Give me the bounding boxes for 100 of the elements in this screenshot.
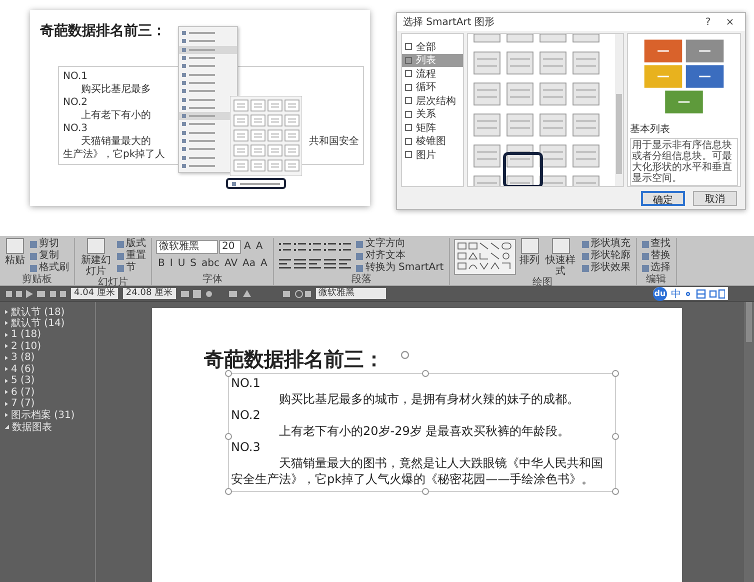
ribbon-button[interactable]: 排列 bbox=[518, 238, 541, 266]
font-button[interactable]: A bbox=[258, 258, 270, 269]
section-item[interactable]: 2 (10) bbox=[0, 340, 95, 352]
font-button[interactable]: S bbox=[188, 258, 199, 269]
section-item[interactable]: 5 (3) bbox=[0, 375, 95, 386]
ribbon-button[interactable]: 重置 bbox=[116, 250, 147, 262]
section-item[interactable]: 7 (7) bbox=[0, 398, 95, 410]
section-item[interactable]: 4 (6) bbox=[0, 364, 95, 375]
ime-mode-button[interactable]: 中 bbox=[671, 286, 681, 300]
align-icon bbox=[309, 258, 322, 268]
collapsed-triangle-icon[interactable] bbox=[5, 367, 8, 372]
font-button[interactable]: U bbox=[176, 258, 188, 269]
collapsed-triangle-icon[interactable] bbox=[5, 413, 8, 418]
resize-handle[interactable] bbox=[422, 370, 429, 377]
collapsed-triangle-icon[interactable] bbox=[5, 321, 8, 326]
ribbon-button[interactable]: 文字方向 bbox=[355, 238, 445, 250]
collapsed-triangle-icon[interactable] bbox=[5, 378, 8, 383]
section-item[interactable]: 1 (18) bbox=[0, 329, 95, 340]
font-size-field[interactable]: 20 bbox=[219, 240, 241, 254]
collapsed-triangle-icon[interactable] bbox=[5, 344, 8, 348]
section-item[interactable]: 3 (8) bbox=[0, 352, 95, 364]
section-label: 2 (10) bbox=[11, 340, 42, 352]
collapsed-triangle-icon[interactable] bbox=[5, 310, 8, 314]
section-item[interactable]: 默认节 (14) bbox=[0, 318, 95, 329]
section-label: 默认节 (14) bbox=[11, 316, 65, 330]
ribbon-button[interactable]: 选择 bbox=[640, 262, 672, 274]
category-item[interactable]: 层次结构 bbox=[402, 94, 463, 108]
font-button[interactable]: A bbox=[254, 241, 265, 252]
resize-handle[interactable] bbox=[612, 370, 619, 377]
resize-handle[interactable] bbox=[612, 432, 619, 440]
resize-handle[interactable] bbox=[225, 370, 232, 377]
font-button[interactable]: A bbox=[242, 241, 253, 252]
font-button[interactable]: AV bbox=[222, 258, 240, 269]
ribbon-button[interactable]: 转换为 SmartArt bbox=[355, 262, 445, 274]
section-label: 3 (8) bbox=[11, 352, 35, 364]
ribbon-button[interactable]: 对齐文本 bbox=[355, 250, 445, 262]
font-name-field[interactable]: 微软雅黑 bbox=[156, 240, 218, 254]
list-icon bbox=[294, 242, 306, 252]
shapes-gallery-drawing bbox=[454, 239, 516, 275]
section-label: 1 (18) bbox=[11, 329, 42, 340]
category-item[interactable]: 图片 bbox=[402, 148, 463, 162]
ribbon-button[interactable]: 剪切 bbox=[29, 238, 70, 250]
section-item[interactable]: 默认节 (18) bbox=[0, 306, 95, 318]
font-button[interactable]: Aa bbox=[240, 258, 258, 269]
help-button[interactable]: ? bbox=[697, 16, 719, 28]
category-item[interactable]: 循环 bbox=[402, 80, 463, 94]
text-line: NO.2 bbox=[63, 96, 88, 109]
font-button[interactable]: abc bbox=[200, 258, 222, 269]
ribbon-button[interactable]: 形状效果 bbox=[580, 262, 632, 274]
ribbon-button[interactable]: 版式 bbox=[116, 238, 147, 250]
ribbon-button[interactable]: 粘贴 bbox=[4, 238, 26, 266]
ribbon-button[interactable]: 格式刷 bbox=[29, 262, 70, 274]
ribbon-button[interactable]: 形状轮廓 bbox=[580, 250, 632, 262]
category-item[interactable]: 矩阵 bbox=[402, 121, 463, 134]
ribbon-button[interactable]: 替换 bbox=[640, 250, 672, 262]
text-line: NO.2 bbox=[231, 407, 262, 423]
align-icon bbox=[279, 258, 292, 268]
width-field[interactable]: 24.08 厘米 bbox=[122, 288, 176, 299]
text-line: 天猫销量最大的图书，竟然是让人大跌眼镜《中华人民共和国安全生产法》，它pk掉了人气火爆的《秘密花园——手绘涂色书》。 bbox=[231, 455, 604, 487]
text-line: 生产法》，它pk掉了人 bbox=[63, 148, 166, 161]
text-line: 购买比基尼最多 bbox=[80, 83, 151, 96]
section-item[interactable]: 图示档案 (31) bbox=[0, 410, 95, 421]
collapsed-triangle-icon[interactable] bbox=[5, 402, 8, 406]
ribbon-button[interactable]: 新建幻灯片 bbox=[79, 238, 113, 277]
align-icon bbox=[324, 258, 336, 268]
height-field[interactable]: 4.04 厘米 bbox=[71, 288, 118, 299]
resize-handle[interactable] bbox=[612, 488, 619, 495]
section-item[interactable]: 数据图表 bbox=[0, 421, 95, 432]
menu-item-drawing[interactable] bbox=[226, 178, 286, 189]
resize-handle[interactable] bbox=[225, 432, 232, 440]
font-field[interactable]: 微软雅黑 bbox=[316, 288, 386, 299]
ribbon-button[interactable]: 快速样式 bbox=[544, 238, 578, 277]
group-label: 幻灯片 bbox=[97, 277, 129, 288]
category-item[interactable]: 棱锥图 bbox=[402, 134, 463, 148]
ribbon-button[interactable]: 查找 bbox=[640, 238, 672, 250]
category-item[interactable]: 全部 bbox=[402, 40, 463, 54]
collapsed-triangle-icon[interactable] bbox=[5, 356, 8, 360]
section-label: 图示档案 (31) bbox=[11, 408, 75, 422]
layout-name: 基本列表 bbox=[630, 122, 671, 136]
text-line: 共和国安全 bbox=[309, 135, 359, 148]
resize-handle[interactable] bbox=[422, 488, 429, 495]
font-button[interactable]: I bbox=[168, 258, 175, 269]
ribbon-button[interactable]: 复制 bbox=[29, 250, 70, 262]
collapsed-triangle-icon[interactable] bbox=[5, 332, 8, 337]
group-label: 字体 bbox=[202, 274, 224, 285]
cancel-button[interactable]: 取消 bbox=[693, 190, 737, 206]
collapsed-triangle-icon[interactable] bbox=[5, 390, 8, 394]
scrollbar[interactable] bbox=[744, 302, 754, 582]
ribbon-button[interactable]: 形状填充 bbox=[580, 238, 632, 250]
ok-button[interactable]: 确定 bbox=[641, 190, 685, 206]
ribbon-button[interactable]: 节 bbox=[116, 262, 147, 274]
section-item[interactable]: 6 (7) bbox=[0, 386, 95, 398]
font-button[interactable]: B bbox=[156, 258, 167, 269]
close-button[interactable]: × bbox=[719, 16, 741, 28]
list-icon bbox=[279, 242, 292, 252]
scrollbar[interactable] bbox=[615, 34, 623, 186]
resize-handle[interactable] bbox=[225, 488, 232, 495]
category-item[interactable]: 流程 bbox=[402, 67, 463, 80]
section-label: 默认节 (18) bbox=[11, 306, 65, 318]
category-item[interactable]: 关系 bbox=[402, 108, 463, 121]
